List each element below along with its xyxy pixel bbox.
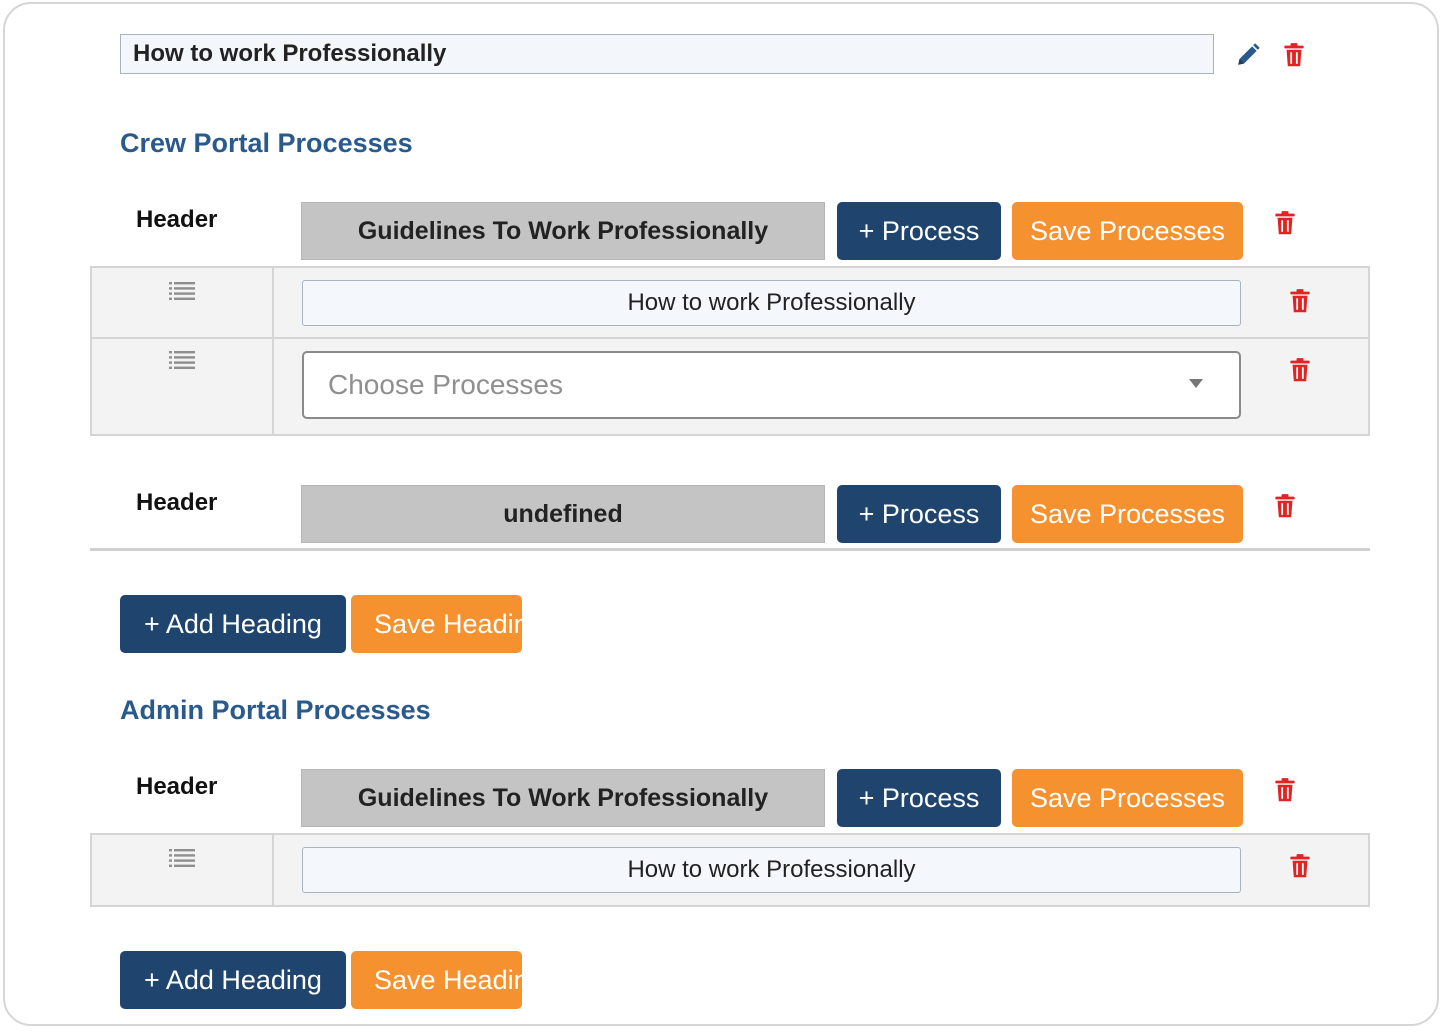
crew-process-row-2: Choose Processes [92, 339, 1368, 434]
crew-divider [90, 548, 1370, 551]
admin-add-process-button-1[interactable]: + Process [837, 769, 1001, 827]
admin-save-processes-button-1[interactable]: Save Processes [1012, 769, 1243, 827]
crew-save-processes-button-2[interactable]: Save Processes [1012, 485, 1243, 543]
crew-header-value-1: Guidelines To Work Professionally [301, 202, 825, 260]
crew-add-process-button-1[interactable]: + Process [837, 202, 1001, 260]
crew-save-heading-button[interactable]: Save Heading [351, 595, 522, 653]
page-frame: Crew Portal Processes Header Guidelines … [3, 2, 1439, 1026]
crew-header-label-1: Header [136, 206, 218, 233]
admin-process-row-1: How to work Professionally [92, 835, 1368, 905]
admin-delete-header-trash-icon-1[interactable] [1273, 775, 1297, 805]
crew-save-processes-button-1[interactable]: Save Processes [1012, 202, 1243, 260]
admin-section-title: Admin Portal Processes [120, 695, 431, 725]
admin-process-list-1: How to work Professionally [90, 833, 1370, 907]
edit-pencil-icon[interactable] [1233, 40, 1263, 70]
choose-processes-placeholder: Choose Processes [328, 369, 564, 400]
admin-save-heading-button[interactable]: Save Heading [351, 951, 522, 1009]
delete-topic-trash-icon[interactable] [1281, 40, 1307, 70]
crew-process-item-value[interactable]: How to work Professionally [302, 280, 1241, 326]
drag-handle-icon[interactable] [168, 847, 196, 869]
crew-process-list-1: How to work Professionally Choose Proces… [90, 266, 1370, 436]
crew-save-heading-label: Save Heading [374, 608, 522, 639]
crew-header-value-2: undefined [301, 485, 825, 543]
crew-delete-header-trash-icon-1[interactable] [1273, 208, 1297, 238]
admin-delete-process-trash-icon[interactable] [1288, 851, 1312, 881]
crew-header-label-2: Header [136, 489, 218, 516]
crew-delete-select-trash-icon[interactable] [1288, 355, 1312, 385]
crew-delete-header-trash-icon-2[interactable] [1273, 491, 1297, 521]
admin-save-heading-label: Save Heading [374, 964, 522, 995]
admin-add-heading-button[interactable]: + Add Heading [120, 951, 346, 1009]
choose-processes-select[interactable]: Choose Processes [302, 351, 1241, 419]
chevron-down-icon [1189, 379, 1203, 388]
admin-process-item-value[interactable]: How to work Professionally [302, 847, 1241, 893]
drag-handle-icon[interactable] [168, 349, 196, 371]
crew-add-heading-button[interactable]: + Add Heading [120, 595, 346, 653]
drag-handle-icon[interactable] [168, 280, 196, 302]
admin-header-label-1: Header [136, 773, 218, 800]
crew-delete-process-trash-icon[interactable] [1288, 286, 1312, 316]
crew-section-title: Crew Portal Processes [120, 128, 413, 158]
topic-title-input[interactable] [120, 34, 1214, 74]
crew-add-process-button-2[interactable]: + Process [837, 485, 1001, 543]
admin-header-value-1: Guidelines To Work Professionally [301, 769, 825, 827]
crew-process-row-1: How to work Professionally [92, 268, 1368, 337]
